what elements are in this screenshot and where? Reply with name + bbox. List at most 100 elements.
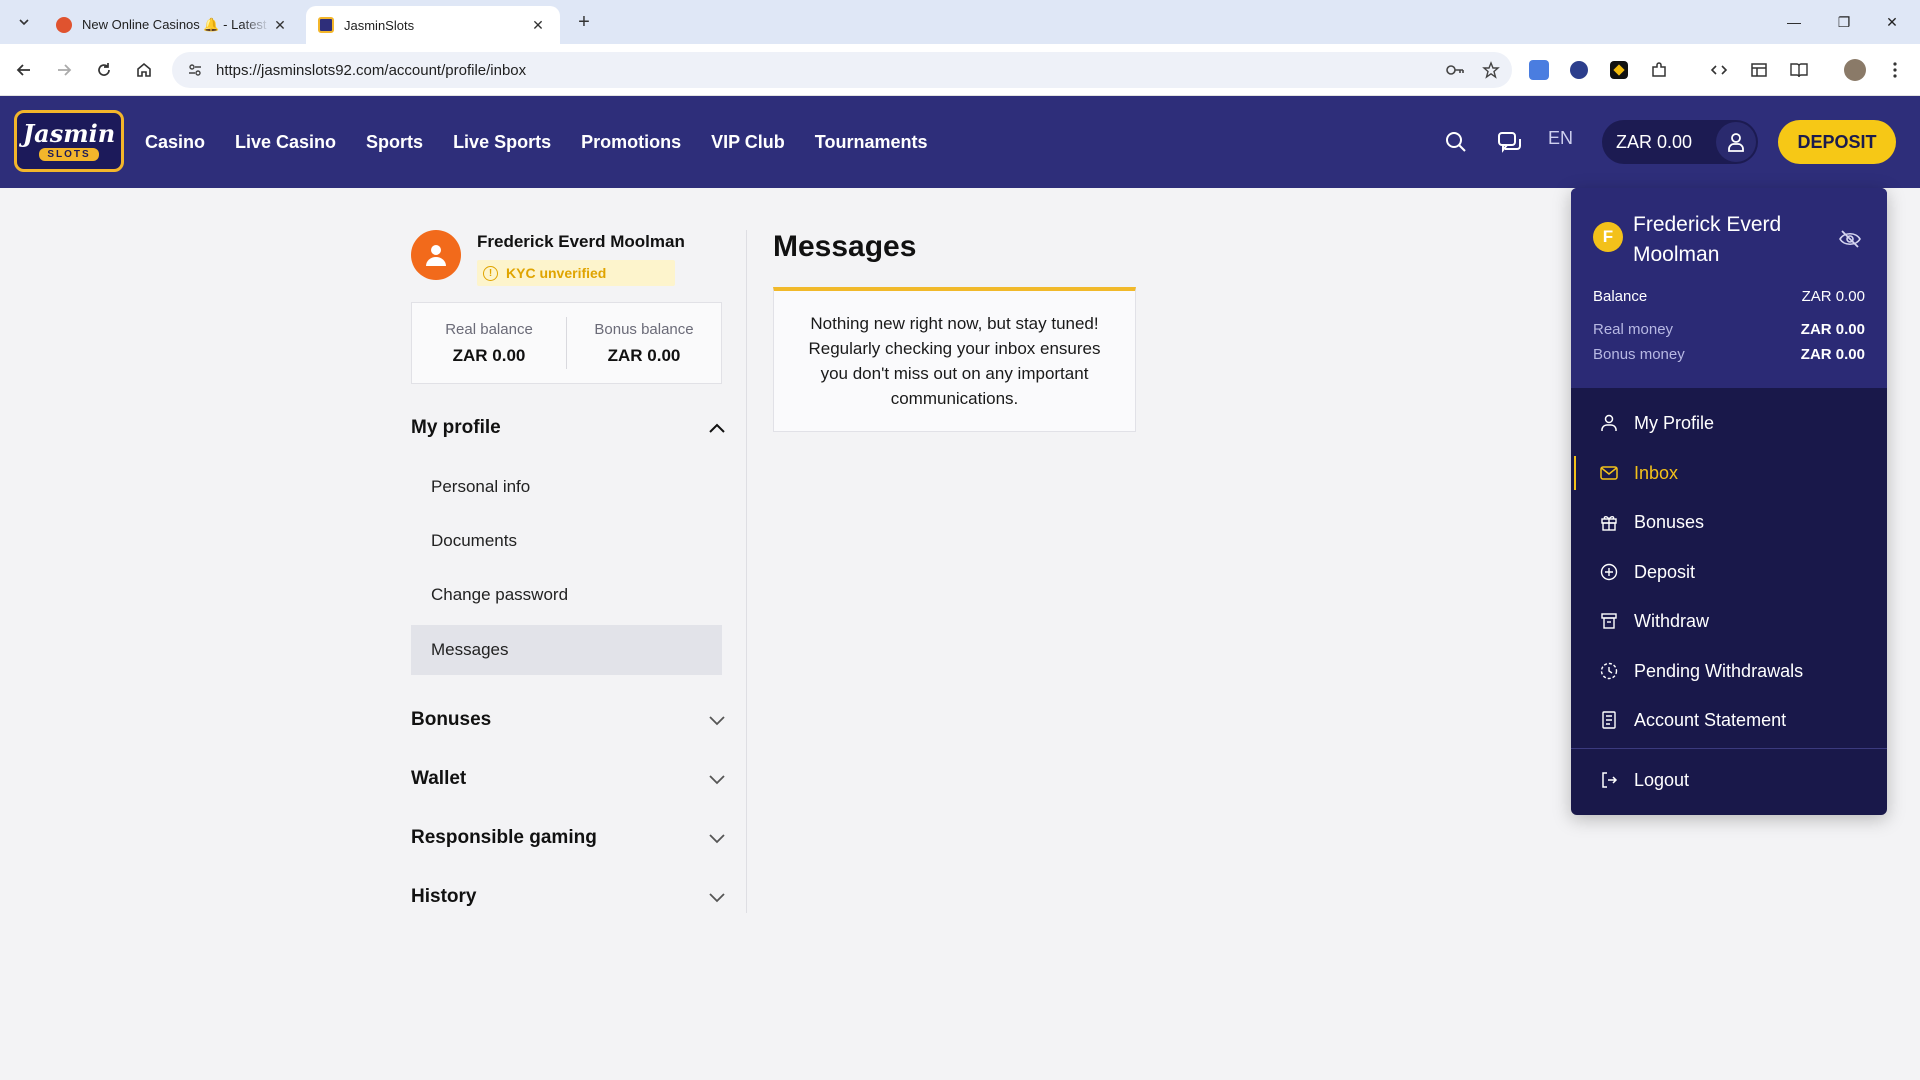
language-selector[interactable]: EN	[1548, 128, 1573, 149]
sidebar-divider	[746, 230, 747, 913]
header-balance[interactable]: ZAR 0.00	[1602, 120, 1758, 164]
nav-promotions[interactable]: Promotions	[581, 132, 681, 153]
nav-live-casino[interactable]: Live Casino	[235, 132, 336, 153]
menu-item-logout[interactable]: Logout	[1571, 755, 1887, 805]
real-balance-value: ZAR 0.00	[452, 345, 526, 365]
real-balance-label: Real balance	[445, 320, 533, 338]
info-icon: !	[483, 265, 498, 281]
reading-mode-icon[interactable]	[1786, 57, 1812, 83]
window-close-icon[interactable]: ✕	[1878, 8, 1906, 36]
browser-tab-jasminslots[interactable]: JasminSlots ✕	[306, 6, 560, 44]
menu-item-inbox[interactable]: Inbox	[1571, 448, 1887, 498]
section-title: Responsible gaming	[411, 827, 597, 848]
bonus-money-row: Bonus money ZAR 0.00	[1593, 346, 1865, 363]
menu-item-bonuses[interactable]: Bonuses	[1571, 497, 1887, 547]
nav-vip-club[interactable]: VIP Club	[711, 132, 785, 153]
tab-search-icon[interactable]	[1746, 57, 1772, 83]
address-bar[interactable]: https://jasminslots92.com/account/profil…	[172, 52, 1512, 88]
real-money-row: Real money ZAR 0.00	[1593, 321, 1865, 338]
chevron-down-icon	[705, 885, 729, 909]
section-history[interactable]: History	[411, 877, 729, 917]
menu-item-label: Deposit	[1634, 561, 1696, 582]
extensions-puzzle-icon[interactable]	[1646, 57, 1672, 83]
browser-tabbar: New Online Casinos 🔔 - Latest ✕ JasminSl…	[0, 0, 1920, 44]
menu-item-label: My Profile	[1634, 412, 1715, 433]
restore-icon[interactable]: ❐	[1830, 8, 1858, 36]
balance-summary: Real balance ZAR 0.00 Bonus balance ZAR …	[411, 302, 722, 384]
menu-item-deposit[interactable]: Deposit	[1571, 547, 1887, 597]
tab-title: New Online Casinos 🔔 - Latest	[82, 17, 267, 32]
home-icon[interactable]	[132, 58, 156, 82]
menu-item-label: Pending Withdrawals	[1634, 660, 1804, 681]
sidebar-item-change-password[interactable]: Change password	[411, 570, 722, 620]
section-my-profile[interactable]: My profile	[411, 408, 729, 448]
browser-toolbar: https://jasminslots92.com/account/profil…	[0, 44, 1920, 96]
sidebar-item-personal-info[interactable]: Personal info	[411, 462, 722, 512]
section-responsible-gaming[interactable]: Responsible gaming	[411, 818, 729, 858]
profile-avatar-icon[interactable]	[1842, 57, 1868, 83]
menu-item-my-profile[interactable]: My Profile	[1571, 398, 1887, 448]
profile-name: Frederick Everd Moolman	[477, 232, 685, 251]
new-tab-button[interactable]: +	[572, 10, 596, 34]
empty-inbox-message: Nothing new right now, but stay tuned! R…	[808, 314, 1101, 408]
chevron-up-icon	[705, 416, 729, 440]
menu-item-account-statement[interactable]: Account Statement	[1571, 695, 1887, 745]
deposit-button[interactable]: DEPOSIT	[1778, 120, 1896, 164]
close-tab-icon[interactable]: ✕	[528, 15, 548, 35]
translate-extension-icon[interactable]	[1526, 57, 1552, 83]
account-user-name: Frederick Everd Moolman	[1633, 213, 1782, 266]
balance-value: ZAR 0.00	[1801, 288, 1865, 305]
menu-item-pending-withdrawals[interactable]: Pending Withdrawals	[1571, 646, 1887, 696]
site-info-icon[interactable]	[180, 62, 210, 78]
password-key-icon[interactable]	[1440, 55, 1470, 85]
menu-item-withdraw[interactable]: Withdraw	[1571, 596, 1887, 646]
section-title: Bonuses	[411, 709, 492, 730]
back-icon[interactable]	[12, 58, 36, 82]
nav-tournaments[interactable]: Tournaments	[815, 132, 928, 153]
chat-icon[interactable]	[1494, 126, 1526, 158]
sidebar-item-documents[interactable]: Documents	[411, 516, 722, 566]
section-bonuses[interactable]: Bonuses	[411, 700, 729, 740]
user-icon	[1728, 133, 1744, 152]
section-title: My profile	[411, 417, 501, 438]
logout-icon	[1598, 769, 1620, 791]
browser-menu-icon[interactable]	[1882, 57, 1908, 83]
menu-item-label: Withdraw	[1634, 610, 1710, 631]
devtools-code-icon[interactable]	[1706, 57, 1732, 83]
minimize-icon[interactable]: —	[1780, 8, 1808, 36]
nav-live-sports[interactable]: Live Sports	[453, 132, 551, 153]
account-extension-icon[interactable]	[1566, 57, 1592, 83]
chevron-down-icon	[705, 708, 729, 732]
logo-subtext: SLOTS	[39, 147, 99, 161]
sidebar-item-messages[interactable]: Messages	[411, 625, 722, 675]
close-tab-icon[interactable]: ✕	[270, 15, 290, 35]
browser-tab-casinos[interactable]: New Online Casinos 🔔 - Latest ✕	[44, 6, 302, 44]
jasminslots-favicon-icon	[318, 17, 334, 33]
account-menu-button[interactable]	[1716, 122, 1756, 162]
bonus-balance: Bonus balance ZAR 0.00	[566, 317, 721, 369]
withdraw-icon	[1598, 610, 1620, 632]
user-icon	[1598, 412, 1620, 434]
search-icon[interactable]	[1440, 126, 1472, 158]
tab-list-button[interactable]	[12, 10, 36, 34]
menu-item-label: Inbox	[1634, 462, 1679, 483]
jasminslots-logo[interactable]: Jasmin SLOTS	[14, 110, 124, 172]
empty-inbox-card: Nothing new right now, but stay tuned! R…	[773, 287, 1136, 432]
url-text[interactable]: https://jasminslots92.com/account/profil…	[216, 62, 1440, 79]
kyc-status-text: KYC unverified	[506, 265, 607, 281]
binance-extension-icon[interactable]	[1606, 57, 1632, 83]
section-wallet[interactable]: Wallet	[411, 759, 729, 799]
reload-icon[interactable]	[92, 58, 116, 82]
header-balance-amount: ZAR 0.00	[1616, 131, 1693, 152]
bonus-balance-value: ZAR 0.00	[607, 345, 681, 365]
forward-icon[interactable]	[52, 58, 76, 82]
kyc-status-badge[interactable]: ! KYC unverified	[477, 260, 675, 286]
chevron-down-icon	[19, 19, 29, 26]
tab-title: JasminSlots	[344, 17, 415, 33]
logo-text: Jasmin	[22, 118, 116, 148]
bookmark-star-icon[interactable]	[1476, 55, 1506, 85]
real-money-value: ZAR 0.00	[1800, 321, 1865, 338]
nav-casino[interactable]: Casino	[145, 132, 205, 153]
nav-sports[interactable]: Sports	[366, 132, 423, 153]
hide-balance-eye-off-icon[interactable]	[1837, 226, 1863, 252]
